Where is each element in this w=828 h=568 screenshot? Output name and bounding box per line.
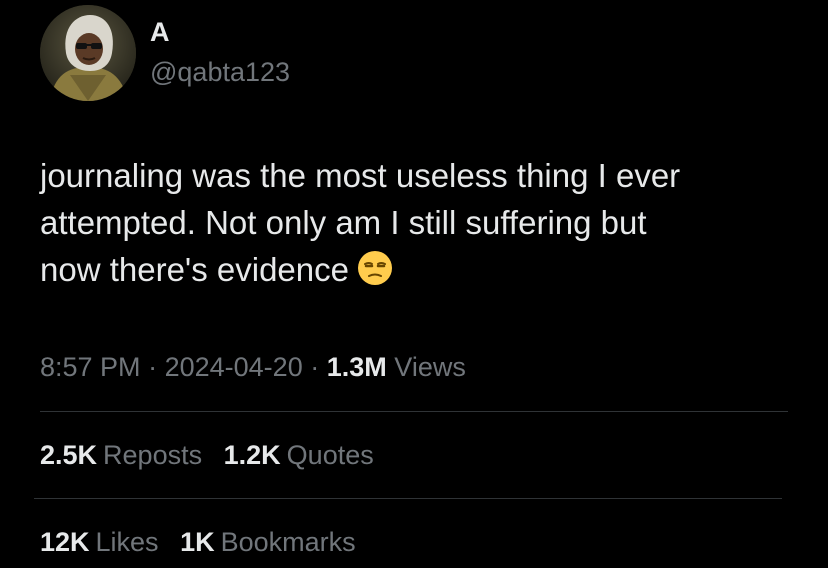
likes-count: 12K bbox=[40, 527, 90, 557]
display-name[interactable]: A bbox=[150, 16, 170, 48]
meta-separator: · bbox=[310, 352, 320, 382]
tweet-line: attempted. Not only am I still suffering… bbox=[40, 204, 647, 241]
tweet-line-last: now there's evidence bbox=[40, 246, 800, 293]
views-label: Views bbox=[394, 352, 466, 382]
bookmarks-count: 1K bbox=[180, 527, 215, 557]
tweet-meta: 8:57 PM · 2024-04-20 · 1.3M Views bbox=[40, 350, 466, 384]
tweet-date[interactable]: 2024-04-20 bbox=[165, 352, 303, 382]
tweet-line: journaling was the most useless thing I … bbox=[40, 157, 681, 194]
likes-label: Likes bbox=[95, 527, 159, 557]
views-count: 1.3M bbox=[326, 352, 387, 382]
quotes-count: 1.2K bbox=[223, 440, 281, 470]
tweet-line-text: now there's evidence bbox=[40, 251, 349, 288]
meta-separator: · bbox=[148, 352, 158, 382]
quotes-label: Quotes bbox=[286, 440, 374, 470]
engagement-row: 2.5K Reposts 1.2K Quotes bbox=[40, 438, 388, 472]
divider bbox=[34, 498, 782, 499]
quotes-link[interactable]: 1.2K Quotes bbox=[224, 438, 374, 472]
unamused-face-icon bbox=[357, 250, 393, 286]
avatar[interactable] bbox=[40, 5, 136, 101]
tweet-time[interactable]: 8:57 PM bbox=[40, 352, 141, 382]
likes-link[interactable]: 12K Likes bbox=[40, 525, 159, 559]
reposts-link[interactable]: 2.5K Reposts bbox=[40, 438, 202, 472]
profile-photo-icon bbox=[40, 5, 136, 101]
bookmarks-link[interactable]: 1K Bookmarks bbox=[180, 525, 356, 559]
user-handle[interactable]: @qabta123 bbox=[150, 56, 290, 88]
bookmarks-label: Bookmarks bbox=[220, 527, 356, 557]
reposts-count: 2.5K bbox=[40, 440, 98, 470]
divider bbox=[40, 411, 788, 412]
reposts-label: Reposts bbox=[103, 440, 203, 470]
engagement-row: 12K Likes 1K Bookmarks bbox=[40, 525, 370, 559]
tweet-text: journaling was the most useless thing I … bbox=[40, 152, 800, 293]
